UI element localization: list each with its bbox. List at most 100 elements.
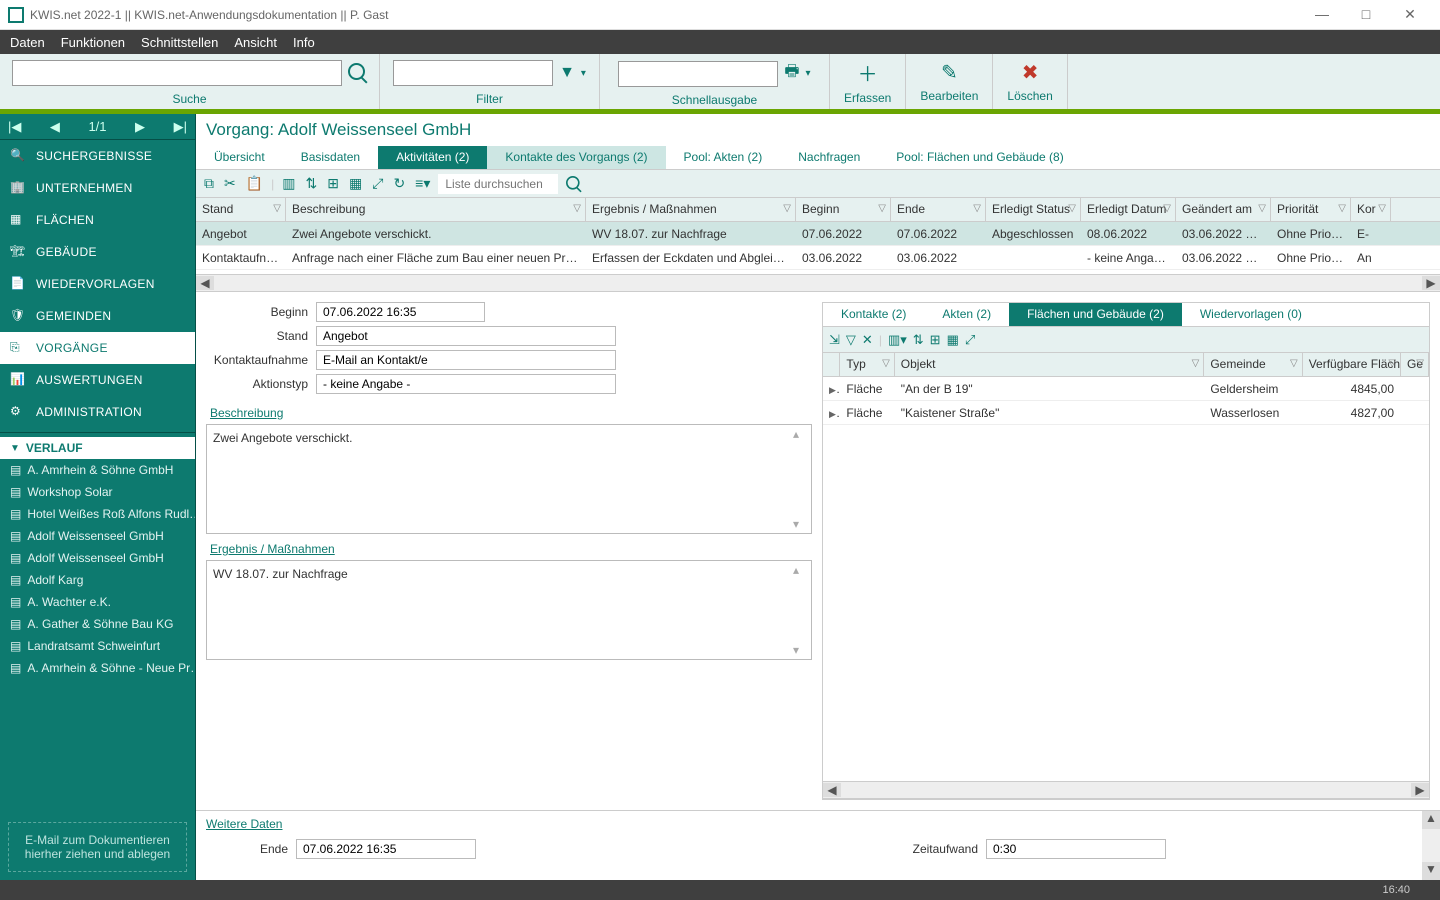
linked-hscroll[interactable]: ◀▶ bbox=[823, 781, 1429, 799]
tab-3[interactable]: Kontakte des Vorgangs (2) bbox=[487, 146, 665, 169]
filter-icon[interactable]: ▽ bbox=[1163, 203, 1171, 214]
table-row[interactable]: ▶Fläche"An der B 19"Geldersheim4845,00 bbox=[823, 377, 1429, 401]
pin-icon[interactable]: ⇲ bbox=[829, 332, 840, 348]
close-button[interactable]: ✕ bbox=[1388, 2, 1432, 27]
filter-icon[interactable]: ▽ bbox=[273, 203, 281, 214]
filter-icon[interactable]: ▽ bbox=[1388, 358, 1396, 369]
aktion-field[interactable] bbox=[316, 374, 616, 394]
verlauf-item[interactable]: ▤Landratsamt Schweinfurt bbox=[0, 635, 195, 657]
sidebar-item-administration[interactable]: ⚙ADMINISTRATION bbox=[0, 396, 195, 428]
sidebar-item-vorgänge[interactable]: ⎘VORGÄNGE bbox=[0, 332, 195, 364]
menu-info[interactable]: Info bbox=[293, 35, 315, 50]
pager-last[interactable]: ▶| bbox=[174, 119, 187, 135]
sidebar-item-suchergebnisse[interactable]: 🔍SUCHERGEBNISSE bbox=[0, 140, 195, 172]
filter-icon[interactable]: ▽ bbox=[878, 203, 886, 214]
tab-6[interactable]: Pool: Flächen und Gebäude (8) bbox=[878, 146, 1081, 169]
col-Stand[interactable]: Stand▽ bbox=[196, 198, 286, 221]
verlauf-item[interactable]: ▤A. Gather & Söhne Bau KG bbox=[0, 613, 195, 635]
verlauf-item[interactable]: ▤Adolf Weissenseel GmbH bbox=[0, 525, 195, 547]
stand-field[interactable] bbox=[316, 326, 616, 346]
expand-row-icon[interactable]: ▶ bbox=[829, 385, 840, 395]
menu-schnittstellen[interactable]: Schnittstellen bbox=[141, 35, 218, 50]
beginn-field[interactable] bbox=[316, 302, 485, 322]
sort-icon[interactable]: ⇅ bbox=[304, 175, 320, 192]
col-Ende[interactable]: Ende▽ bbox=[891, 198, 986, 221]
print-dropdown-icon[interactable]: ▾ bbox=[806, 68, 811, 79]
subtab-1[interactable]: Akten (2) bbox=[924, 303, 1009, 326]
filter-icon[interactable]: ▽ bbox=[846, 332, 856, 348]
filter-dropdown-icon[interactable]: ▾ bbox=[581, 68, 586, 79]
subcol-Gemeinde[interactable]: Gemeinde▽ bbox=[1204, 353, 1302, 376]
expand-icon[interactable]: ⤢ bbox=[370, 175, 385, 192]
excel2-icon[interactable]: ⊞ bbox=[930, 332, 941, 348]
col-Erledigt Datum[interactable]: Erledigt Datum▽ bbox=[1081, 198, 1176, 221]
subtab-3[interactable]: Wiedervorlagen (0) bbox=[1182, 303, 1320, 326]
tab-0[interactable]: Übersicht bbox=[196, 146, 283, 169]
verlauf-item[interactable]: ▤Hotel Weißes Roß Alfons Rudl… bbox=[0, 503, 195, 525]
col-Ergebnis / Maßnahmen[interactable]: Ergebnis / Maßnahmen▽ bbox=[586, 198, 796, 221]
sidebar-item-unternehmen[interactable]: 🏢UNTERNEHMEN bbox=[0, 172, 195, 204]
filter-icon[interactable]: ▽ bbox=[1258, 203, 1266, 214]
delete-button[interactable]: ✖ Löschen bbox=[993, 54, 1067, 109]
sidebar-item-flächen[interactable]: ▦FLÄCHEN bbox=[0, 204, 195, 236]
subtab-0[interactable]: Kontakte (2) bbox=[823, 303, 924, 326]
table-row[interactable]: Kontaktaufnah…Anfrage nach einer Fläche … bbox=[196, 246, 1440, 270]
subcol-Verfügbare Fläch…[interactable]: Verfügbare Fläch…▽ bbox=[1303, 353, 1401, 376]
ende-field[interactable] bbox=[296, 839, 476, 859]
cut-icon[interactable]: ✂ bbox=[222, 175, 238, 192]
minimize-button[interactable]: — bbox=[1300, 2, 1344, 27]
sidebar-item-wiedervorlagen[interactable]: 📄WIEDERVORLAGEN bbox=[0, 268, 195, 300]
grid-icon[interactable]: ▦ bbox=[347, 175, 364, 192]
grid2-icon[interactable]: ▦ bbox=[947, 332, 959, 348]
list-search-input[interactable] bbox=[438, 174, 558, 194]
col-Kor[interactable]: Kor▽ bbox=[1351, 198, 1391, 221]
subcol-Ge[interactable]: Ge▽ bbox=[1401, 353, 1429, 376]
verlauf-item[interactable]: ▤Adolf Karg bbox=[0, 569, 195, 591]
sidebar-item-auswertungen[interactable]: 📊AUSWERTUNGEN bbox=[0, 364, 195, 396]
verlauf-item[interactable]: ▤Adolf Weissenseel GmbH bbox=[0, 547, 195, 569]
filter-icon[interactable]: ▽ bbox=[1338, 203, 1346, 214]
pager-prev[interactable]: ◀ bbox=[50, 119, 60, 135]
footer-vscroll[interactable]: ▲▼ bbox=[1422, 811, 1440, 880]
filter-icon[interactable]: ▽ bbox=[1192, 358, 1200, 369]
table-row[interactable]: AngebotZwei Angebote verschickt.WV 18.07… bbox=[196, 222, 1440, 246]
sidebar-item-gebäude[interactable]: 🏗GEBÄUDE bbox=[0, 236, 195, 268]
sidebar-item-gemeinden[interactable]: 🛡GEMEINDEN bbox=[0, 300, 195, 332]
verlauf-item[interactable]: ▤A. Amrhein & Söhne - Neue Pr… bbox=[0, 657, 195, 679]
quick-output-input[interactable] bbox=[618, 61, 778, 87]
tab-1[interactable]: Basisdaten bbox=[283, 146, 378, 169]
columns-icon[interactable]: ▥ bbox=[280, 175, 297, 192]
beschreibung-textarea[interactable]: Zwei Angebote verschickt. ▴▾ bbox=[206, 424, 812, 534]
filter-icon[interactable]: ▽ bbox=[573, 203, 581, 214]
verlauf-item[interactable]: ▤Workshop Solar bbox=[0, 481, 195, 503]
remove-icon[interactable]: ✕ bbox=[862, 332, 873, 348]
search-icon[interactable] bbox=[348, 63, 368, 83]
table-row[interactable]: ▶Fläche"Kaistener Straße"Wasserlosen4827… bbox=[823, 401, 1429, 425]
filter-icon[interactable]: ▽ bbox=[1290, 358, 1298, 369]
col-Geändert am[interactable]: Geändert am▽ bbox=[1176, 198, 1271, 221]
expand2-icon[interactable]: ⤢ bbox=[965, 332, 975, 348]
pager-next[interactable]: ▶ bbox=[135, 119, 145, 135]
filter-icon[interactable]: ▽ bbox=[783, 203, 791, 214]
filter-icon[interactable]: ▽ bbox=[1068, 203, 1076, 214]
edit-button[interactable]: ✎ Bearbeiten bbox=[906, 54, 993, 109]
verlauf-item[interactable]: ▤A. Wachter e.K. bbox=[0, 591, 195, 613]
tab-4[interactable]: Pool: Akten (2) bbox=[666, 146, 781, 169]
pager-first[interactable]: |◀ bbox=[8, 119, 21, 135]
filter-icon[interactable]: ▽ bbox=[1378, 203, 1386, 214]
menu-daten[interactable]: Daten bbox=[10, 35, 45, 50]
col-Erledigt Status[interactable]: Erledigt Status▽ bbox=[986, 198, 1081, 221]
filter-input[interactable] bbox=[393, 60, 553, 86]
verlauf-item[interactable]: ▤A. Amrhein & Söhne GmbH bbox=[0, 459, 195, 481]
paste-icon[interactable]: 📋 bbox=[244, 175, 265, 192]
copy-icon[interactable]: ⧉ bbox=[202, 175, 216, 192]
subcol-Typ[interactable]: Typ▽ bbox=[840, 353, 894, 376]
filter-icon[interactable]: ▽ bbox=[882, 358, 890, 369]
menu-funktionen[interactable]: Funktionen bbox=[61, 35, 125, 50]
filter-icon[interactable]: ▽ bbox=[973, 203, 981, 214]
funnel-icon[interactable]: ▼ bbox=[559, 64, 575, 82]
maximize-button[interactable]: □ bbox=[1344, 2, 1388, 27]
refresh-icon[interactable]: ↻ bbox=[391, 175, 407, 192]
print-icon[interactable]: 🖶 bbox=[784, 60, 799, 87]
filter-icon[interactable]: ▽ bbox=[1416, 358, 1424, 369]
